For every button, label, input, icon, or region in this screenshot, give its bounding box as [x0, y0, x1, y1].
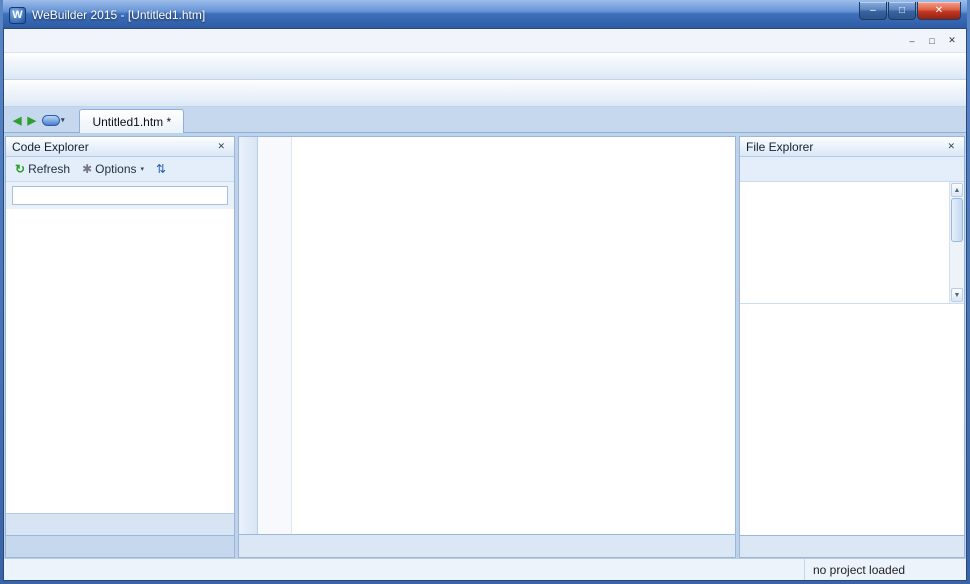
code-explorer-title: Code Explorer — [12, 140, 89, 154]
dropdown-arrow-icon: ▾ — [61, 116, 65, 124]
code-explorer-filter-input[interactable] — [12, 186, 228, 205]
close-button[interactable]: ✕ — [917, 2, 961, 20]
navigate-back-button[interactable]: ◀ — [10, 110, 24, 130]
workspace: Code Explorer ✕ ↻ Refresh ✱ Options ▾ ⇅ — [4, 133, 966, 558]
options-button[interactable]: ✱ Options ▾ — [79, 160, 147, 178]
file-explorer-toolbar — [740, 157, 964, 182]
status-cells — [4, 559, 804, 580]
code-text[interactable] — [292, 137, 735, 534]
editor-view-tabs — [239, 534, 735, 557]
window-title: WeBuilder 2015 - [Untitled1.htm] — [32, 8, 205, 22]
scroll-up-button[interactable]: ▲ — [951, 183, 963, 197]
project-status: no project loaded — [804, 559, 966, 580]
menu-bar: – □ ✕ — [4, 29, 966, 53]
gear-icon: ✱ — [82, 162, 92, 176]
file-explorer-title: File Explorer — [746, 140, 813, 154]
code-explorer-panel: Code Explorer ✕ ↻ Refresh ✱ Options ▾ ⇅ — [5, 136, 235, 558]
refresh-button[interactable]: ↻ Refresh — [12, 160, 73, 178]
file-explorer-panel: File Explorer ✕ ▲ ▼ — [739, 136, 965, 558]
title-bar[interactable]: W WeBuilder 2015 - [Untitled1.htm] – □ ✕ — [3, 0, 967, 28]
options-label: Options — [95, 162, 136, 176]
browser-select-button[interactable]: ▾ — [39, 110, 68, 130]
sort-icon: ⇅ — [156, 162, 166, 176]
scrollbar[interactable]: ▲ ▼ — [949, 182, 964, 303]
window-controls: – □ ✕ — [859, 2, 961, 20]
code-explorer-tree — [6, 209, 234, 513]
app-window: W WeBuilder 2015 - [Untitled1.htm] – □ ✕… — [0, 0, 970, 584]
status-bar: no project loaded — [4, 558, 966, 580]
code-editor[interactable] — [258, 137, 735, 534]
file-explorer-header: File Explorer ✕ — [740, 137, 964, 157]
mdi-controls: – □ ✕ — [902, 33, 962, 49]
html-toolbar — [4, 80, 966, 107]
code-explorer-close-icon[interactable]: ✕ — [214, 140, 228, 153]
navigate-forward-button[interactable]: ▶ — [24, 110, 38, 130]
minimize-button[interactable]: – — [859, 2, 887, 20]
scrollbar-track[interactable] — [950, 242, 964, 287]
code-explorer-header: Code Explorer ✕ — [6, 137, 234, 157]
browser-icon — [42, 115, 60, 126]
mdi-close-button[interactable]: ✕ — [942, 33, 962, 49]
mdi-minimize-button[interactable]: – — [902, 33, 922, 49]
scroll-down-button[interactable]: ▼ — [951, 288, 963, 302]
document-tab[interactable]: Untitled1.htm * — [79, 109, 184, 133]
document-tab-bar: ◀ ▶ ▾ Untitled1.htm * — [4, 107, 966, 133]
mdi-restore-button[interactable]: □ — [922, 33, 942, 49]
editor-row — [239, 137, 735, 534]
sort-button[interactable]: ⇅ — [153, 160, 169, 178]
main-toolbar — [4, 53, 966, 80]
refresh-icon: ↻ — [15, 162, 25, 176]
drive-tree: ▲ ▼ — [740, 182, 964, 304]
code-explorer-toolbar: ↻ Refresh ✱ Options ▾ ⇅ — [6, 157, 234, 182]
refresh-label: Refresh — [28, 162, 70, 176]
line-number-gutter — [258, 137, 292, 534]
file-list-area[interactable] — [740, 304, 964, 535]
file-explorer-close-icon[interactable]: ✕ — [944, 140, 958, 153]
editor-area — [238, 136, 736, 558]
language-tabs — [6, 513, 234, 535]
window-body: – □ ✕ ◀ ▶ ▾ Untitled1.htm * Code Explore… — [3, 28, 967, 581]
scrollbar-thumb[interactable] — [951, 198, 963, 242]
left-panel-tabs — [6, 535, 234, 557]
maximize-button[interactable]: □ — [888, 2, 916, 20]
file-explorer-tabs — [740, 535, 964, 557]
app-logo-icon: W — [9, 7, 26, 24]
dropdown-arrow-icon: ▾ — [141, 165, 145, 173]
snippet-bar — [239, 137, 258, 534]
